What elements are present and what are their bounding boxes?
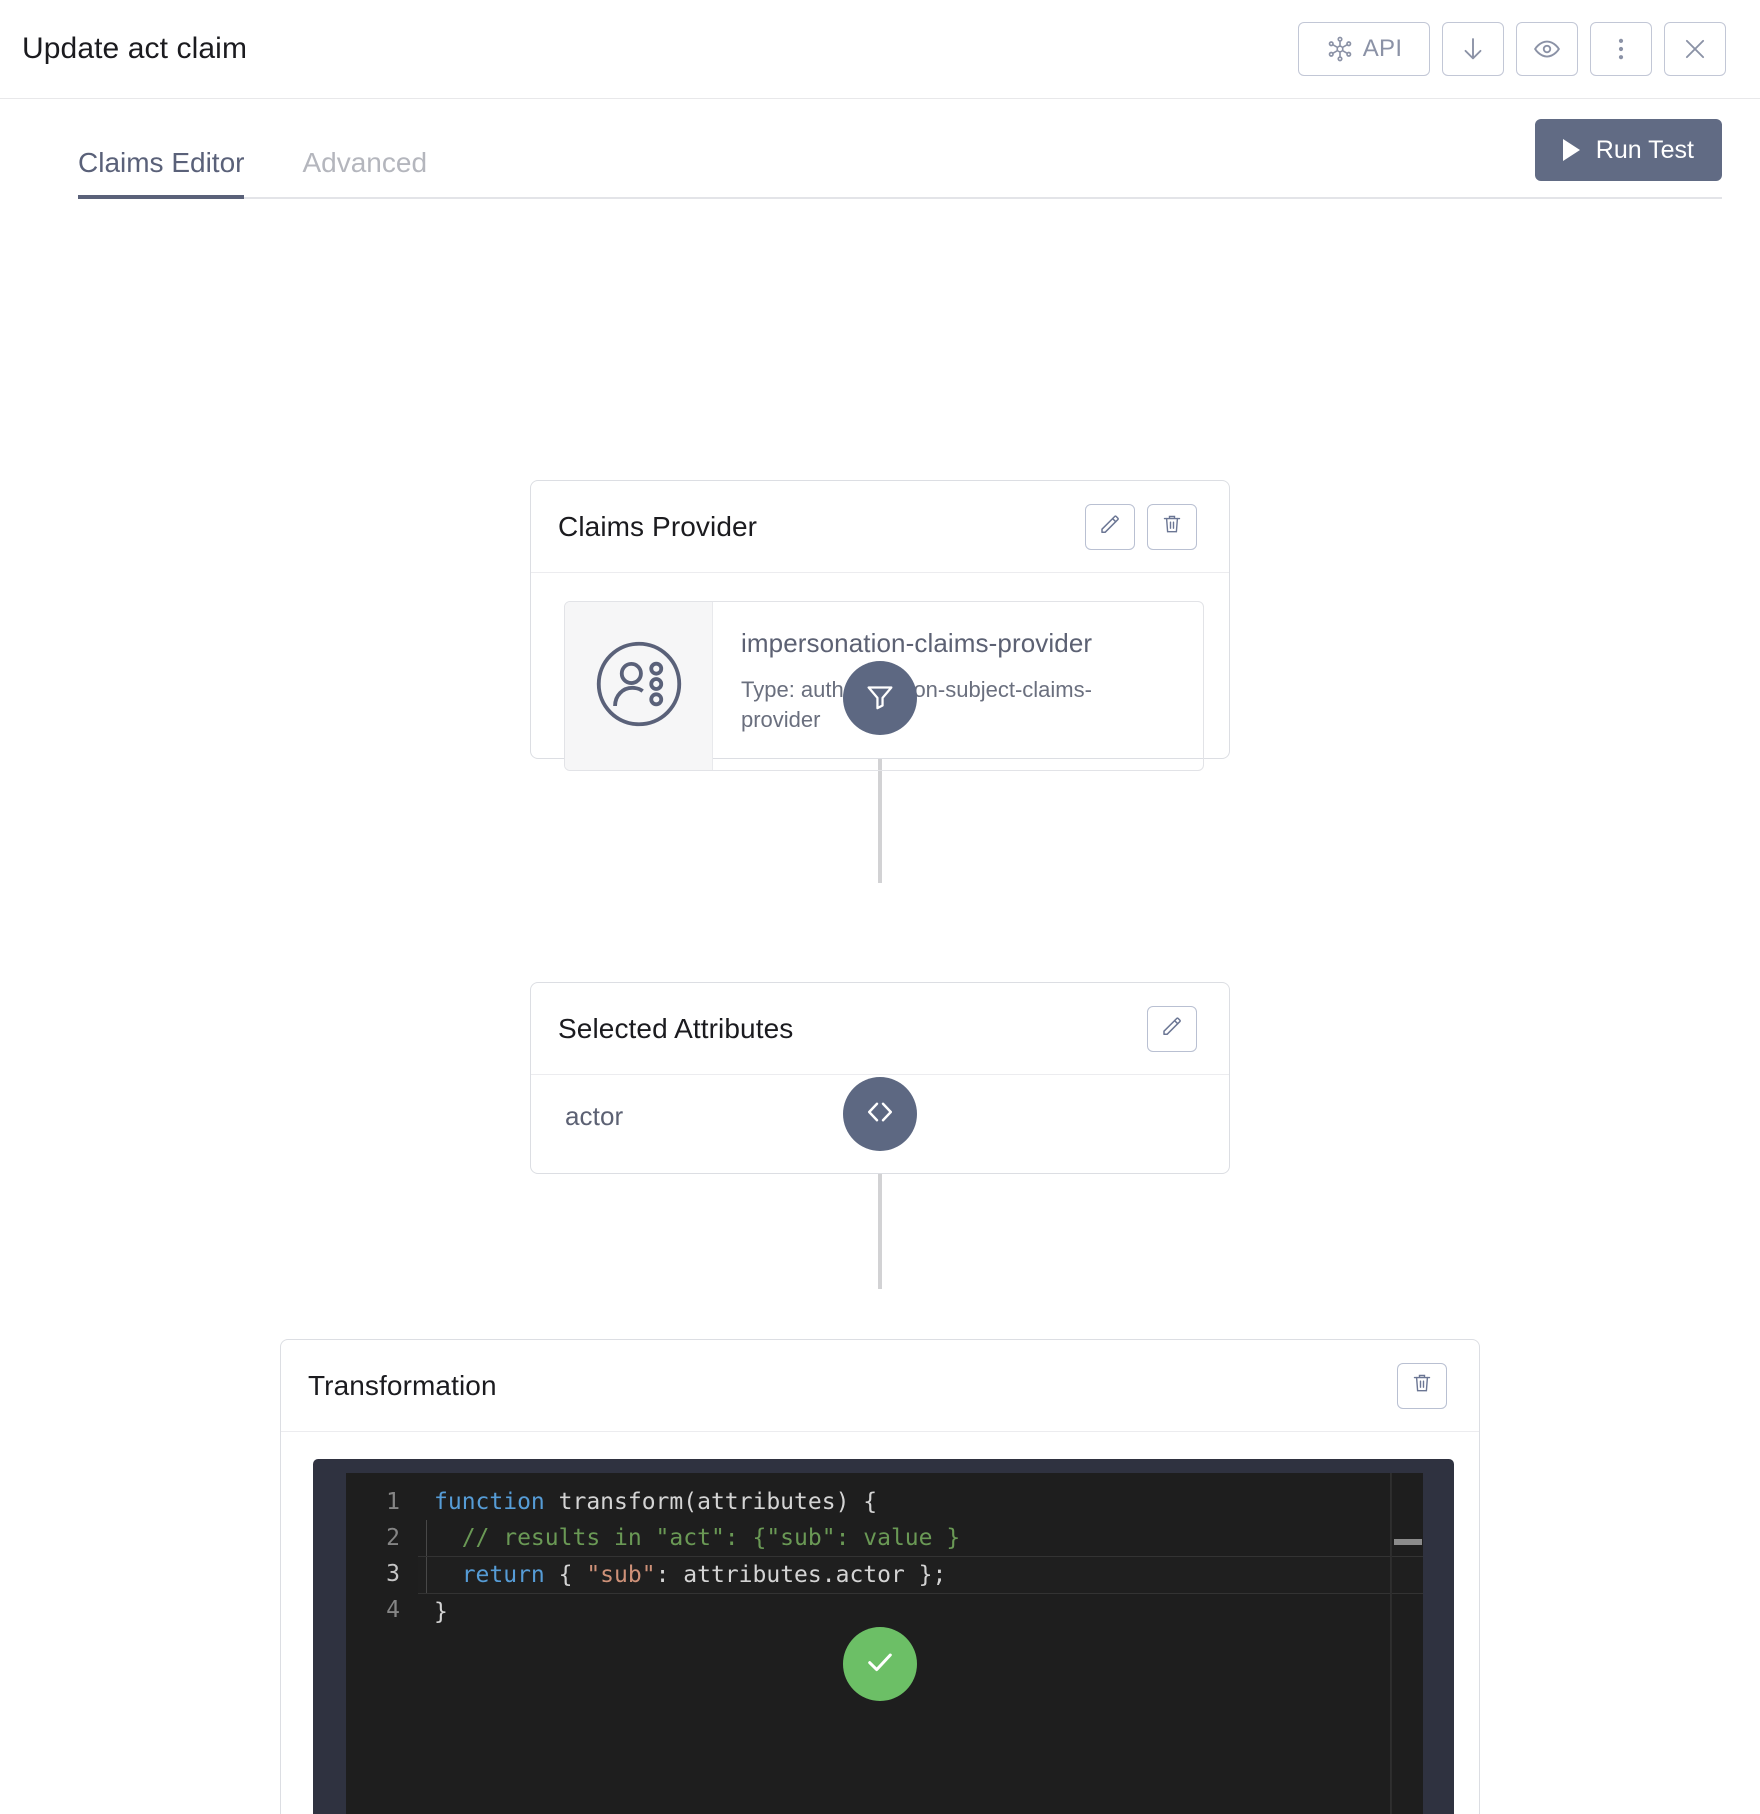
trash-icon <box>1160 512 1184 541</box>
code-step-button[interactable] <box>843 1077 917 1151</box>
tab-advanced[interactable]: Advanced <box>302 149 455 199</box>
filter-icon <box>863 679 897 718</box>
pencil-icon <box>1098 512 1122 541</box>
code-brackets-icon <box>862 1094 898 1135</box>
close-icon <box>1680 34 1710 64</box>
more-options-button[interactable] <box>1590 22 1652 76</box>
delete-transformation-button[interactable] <box>1397 1363 1447 1409</box>
selected-attributes-actions <box>1147 1006 1197 1052</box>
run-test-label: Run Test <box>1596 136 1694 165</box>
editor-line-numbers: 1 2 3 4 <box>346 1473 418 1814</box>
header-actions: API <box>1298 22 1726 76</box>
code-text: transform(attributes) { <box>545 1489 877 1515</box>
delete-claims-provider-button[interactable] <box>1147 504 1197 550</box>
code-comment: // results in "act": {"sub": value } <box>434 1525 960 1551</box>
line-number: 3 <box>346 1556 400 1592</box>
download-button[interactable] <box>1442 22 1504 76</box>
run-test-button[interactable]: Run Test <box>1535 119 1722 181</box>
tabs: Claims Editor Advanced <box>78 99 485 199</box>
claims-provider-header: Claims Provider <box>531 481 1229 573</box>
api-button-label: API <box>1363 35 1403 63</box>
transformation-header: Transformation <box>281 1340 1479 1432</box>
check-icon <box>861 1643 899 1686</box>
code-text: : attributes.actor }; <box>656 1562 947 1588</box>
update-claim-panel: Update act claim API <box>0 0 1760 1814</box>
code-text: } <box>434 1599 448 1625</box>
provider-type: Type: authentication-subject-claims-prov… <box>741 675 1111 734</box>
code-line-1: function transform(attributes) { <box>418 1484 1423 1520</box>
edit-claims-provider-button[interactable] <box>1085 504 1135 550</box>
provider-name: impersonation-claims-provider <box>741 628 1177 659</box>
edit-selected-attributes-button[interactable] <box>1147 1006 1197 1052</box>
code-line-2: // results in "act": {"sub": value } <box>418 1520 1423 1556</box>
selected-attributes-title: Selected Attributes <box>558 1013 793 1045</box>
trash-icon <box>1410 1371 1434 1400</box>
graph-nodes-icon <box>1326 35 1354 63</box>
pencil-icon <box>1160 1014 1184 1043</box>
transformation-title: Transformation <box>308 1370 497 1402</box>
claims-provider-avatar-icon <box>593 638 685 735</box>
claims-flow-canvas: Claims Provider <box>0 199 1760 1813</box>
page-title: Update act claim <box>22 32 247 66</box>
play-icon <box>1563 139 1580 161</box>
line-number: 2 <box>346 1520 400 1556</box>
arrow-down-icon <box>1458 34 1488 64</box>
tabs-bar: Claims Editor Advanced Run Test <box>0 99 1760 199</box>
code-line-4: } <box>418 1594 1423 1630</box>
line-number: 4 <box>346 1592 400 1628</box>
editor-overview-ruler[interactable] <box>1391 1473 1423 1814</box>
code-string: "sub" <box>586 1562 655 1588</box>
code-text: { <box>545 1562 587 1588</box>
editor-code-area[interactable]: function transform(attributes) { // resu… <box>418 1473 1423 1814</box>
provider-icon-container <box>565 602 713 770</box>
overview-marker <box>1394 1539 1422 1545</box>
api-button[interactable]: API <box>1298 22 1430 76</box>
success-step-indicator <box>843 1627 917 1701</box>
code-line-3: return { "sub": attributes.actor }; <box>418 1556 1423 1594</box>
filter-step-button[interactable] <box>843 661 917 735</box>
line-number: 1 <box>346 1484 400 1520</box>
claims-provider-title: Claims Provider <box>558 511 757 543</box>
panel-header: Update act claim API <box>0 0 1760 99</box>
code-keyword: function <box>434 1489 545 1515</box>
provider-meta: impersonation-claims-provider Type: auth… <box>713 602 1203 770</box>
eye-icon <box>1532 34 1562 64</box>
transformation-actions <box>1397 1363 1447 1409</box>
selected-attributes-header: Selected Attributes <box>531 983 1229 1075</box>
preview-button[interactable] <box>1516 22 1578 76</box>
vertical-dots-icon <box>1607 35 1635 63</box>
close-button[interactable] <box>1664 22 1726 76</box>
transformation-card: Transformation <box>280 1339 1480 1814</box>
code-keyword: return <box>434 1562 545 1588</box>
tab-claims-editor[interactable]: Claims Editor <box>78 149 272 199</box>
claims-provider-actions <box>1085 504 1197 550</box>
